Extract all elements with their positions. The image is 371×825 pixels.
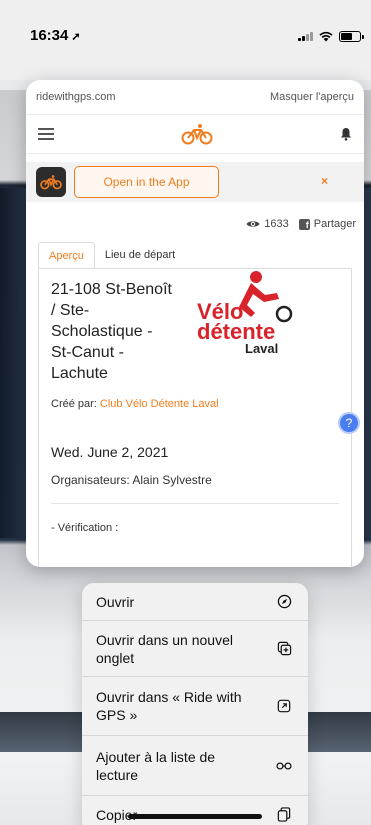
overview-panel: 21-108 St-Benoît / Ste-Scholastique - St… [38, 268, 352, 567]
close-banner-button[interactable]: × [321, 174, 328, 188]
open-external-icon [276, 698, 292, 714]
organizers: Organisateurs: Alain Sylvestre [51, 473, 212, 487]
home-indicator[interactable] [128, 814, 262, 819]
status-bar: 16:34 ➚ [0, 0, 371, 80]
app-logo-icon [36, 167, 66, 197]
status-icons [298, 30, 364, 42]
status-time: 16:34 ➚ [30, 27, 81, 44]
hide-preview-button[interactable]: Masquer l'aperçu [270, 91, 354, 103]
help-button[interactable]: ? [338, 412, 360, 434]
preview-header: ridewithgps.com Masquer l'aperçu [26, 80, 364, 114]
battery-icon [339, 30, 364, 42]
link-preview-card[interactable]: ridewithgps.com Masquer l'aperçu Open in… [26, 80, 364, 567]
club-link[interactable]: Club Vélo Détente Laval [100, 398, 219, 410]
glasses-icon [276, 758, 292, 774]
club-velo-detente-logo: Vélo détente Laval [197, 271, 293, 356]
view-count: 1633 [264, 218, 289, 230]
site-navbar [26, 114, 364, 154]
context-menu: Ouvrir Ouvrir dans un nouvel onglet Ouvr… [82, 583, 308, 825]
eye-icon [246, 221, 260, 227]
menu-item-copy[interactable]: Copier [82, 796, 308, 825]
open-app-banner: Open in the App × [26, 162, 364, 202]
stats-row: 1633 f Partager [26, 202, 364, 234]
new-tab-icon [276, 641, 292, 657]
verification-text: - Vérification : [51, 522, 119, 534]
divider [51, 503, 339, 504]
hamburger-menu-icon[interactable] [38, 128, 54, 140]
compass-icon [276, 594, 292, 610]
menu-item-open-in-app[interactable]: Ouvrir dans « Ride with GPS » [82, 677, 308, 736]
club-logo-line3: Laval [245, 341, 278, 356]
location-icon: ➚ [71, 31, 81, 43]
tab-bar: Aperçu Lieu de départ [38, 242, 352, 268]
wifi-icon [319, 31, 333, 42]
menu-item-reading-list[interactable]: Ajouter à la liste de lecture [82, 736, 308, 796]
tab-lieu-de-depart[interactable]: Lieu de départ [95, 242, 185, 268]
route-title: 21-108 St-Benoît / Ste-Scholastique - St… [51, 281, 172, 382]
ride-with-gps-logo-icon[interactable] [181, 123, 213, 145]
created-by: Créé par: Club Vélo Détente Laval [51, 398, 219, 410]
facebook-icon[interactable]: f [298, 218, 310, 230]
cellular-signal-icon [298, 31, 313, 41]
event-date: Wed. June 2, 2021 [51, 444, 169, 460]
preview-url: ridewithgps.com [36, 91, 116, 103]
menu-item-open-new-tab[interactable]: Ouvrir dans un nouvel onglet [82, 621, 308, 677]
open-in-app-button[interactable]: Open in the App [74, 166, 219, 198]
notification-bell-icon[interactable] [340, 127, 352, 141]
tab-apercu[interactable]: Aperçu [38, 242, 95, 268]
share-link[interactable]: Partager [314, 218, 356, 230]
menu-item-open[interactable]: Ouvrir [82, 583, 308, 621]
copy-icon [276, 806, 292, 822]
